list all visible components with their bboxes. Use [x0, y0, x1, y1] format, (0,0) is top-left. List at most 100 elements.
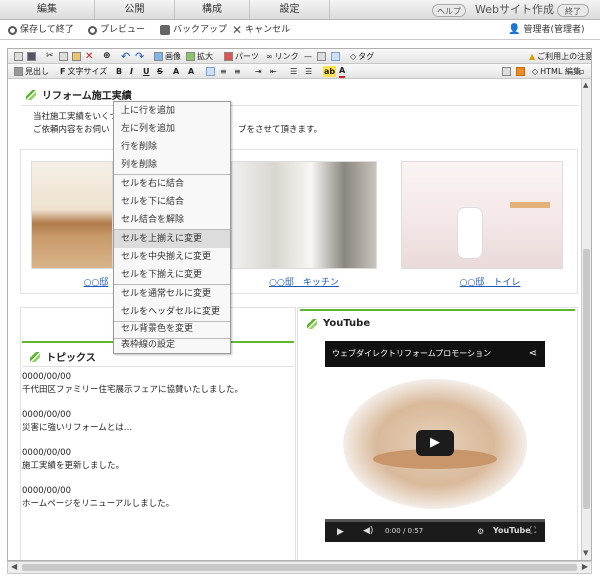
copy-icon[interactable]: [59, 51, 68, 62]
cancel-button[interactable]: ✕ キャンセル: [232, 20, 290, 40]
menu-settings[interactable]: 設定: [250, 0, 330, 20]
backup-button[interactable]: バックアップ: [160, 20, 227, 40]
user-indicator[interactable]: 👤 管理者(管理者): [508, 20, 584, 40]
table-icon[interactable]: [317, 51, 326, 62]
editor-toolbar-1: ✂ ✕ ⊕ ↶ ↷ 画像 拡大 パーツ ∞ リンク — ◇ タグ ▲ ご利用上の注意: [8, 49, 591, 64]
menu-item-delete-row[interactable]: 行を削除: [114, 138, 230, 156]
share-icon[interactable]: ⋖: [529, 341, 537, 367]
image-button[interactable]: 画像: [154, 51, 181, 62]
fullscreen-icon[interactable]: ⛶: [530, 526, 536, 536]
shelf-shape: [510, 202, 550, 208]
topic-text[interactable]: 千代田区ファミリー住宅展示フェアに協賛いたしました。: [22, 384, 243, 397]
scroll-thumb[interactable]: [22, 564, 577, 571]
source-icon[interactable]: [502, 66, 511, 77]
menu-item-align-middle[interactable]: セルを中央揃えに変更: [114, 248, 230, 266]
settings-icon[interactable]: ⚙: [477, 527, 484, 536]
menu-structure[interactable]: 構成: [175, 0, 250, 20]
backup-label: バックアップ: [173, 25, 228, 35]
menu-item-unmerge[interactable]: セル結合を解除: [114, 211, 230, 229]
menu-item-delete-col[interactable]: 列を削除: [114, 156, 230, 174]
bullet-list-icon[interactable]: ☰: [305, 66, 312, 77]
menu-item-header-cell[interactable]: セルをヘッダセルに変更: [114, 303, 230, 321]
redo-icon[interactable]: ↷: [135, 51, 144, 62]
save-icon[interactable]: [27, 51, 36, 62]
volume-icon[interactable]: ◀): [363, 526, 373, 536]
help-button[interactable]: ヘルプ: [432, 4, 466, 17]
menu-item-normal-cell[interactable]: セルを通常セルに変更: [114, 285, 230, 303]
strike-icon[interactable]: S: [157, 66, 163, 77]
exit-button[interactable]: 終了: [557, 4, 589, 17]
delete-icon[interactable]: ✕: [85, 51, 93, 62]
paste-icon[interactable]: [72, 51, 81, 62]
play-button[interactable]: ▶: [416, 430, 454, 456]
leaf-icon: [307, 318, 317, 329]
play-icon[interactable]: ▶: [337, 527, 344, 537]
ordered-list-icon[interactable]: ☰: [290, 66, 297, 77]
align-center-icon[interactable]: ≡: [220, 66, 227, 77]
enlarge-button[interactable]: 拡大: [186, 51, 213, 62]
underline-button[interactable]: U: [143, 66, 150, 77]
intro-line-2-tail: ブをさせて頂きます。: [238, 125, 323, 135]
collapse-icon[interactable]: ▫: [579, 66, 584, 77]
text-color-icon[interactable]: A: [339, 66, 346, 78]
preview-label: プレビュー: [100, 25, 146, 35]
topic-text[interactable]: 施工実績を更新しました。: [22, 460, 124, 473]
parts-button[interactable]: パーツ: [224, 51, 259, 62]
undo-icon[interactable]: ↶: [121, 51, 130, 62]
find-icon[interactable]: ⊕: [103, 51, 111, 62]
hr-icon[interactable]: —: [304, 51, 312, 62]
notice-button[interactable]: ▲ ご利用上の注意: [529, 51, 591, 62]
menu-item-insert-col-left[interactable]: 左に列を追加: [114, 120, 230, 138]
progress-bar[interactable]: [325, 519, 545, 522]
topic-text[interactable]: 災害に強いリフォームとは…: [22, 422, 132, 435]
scroll-left-icon[interactable]: ◀: [11, 562, 17, 571]
youtube-title: YouTube: [323, 318, 371, 329]
indent-icon[interactable]: ⇥: [255, 66, 262, 77]
table-edit-icon[interactable]: [331, 51, 340, 62]
save-exit-button[interactable]: 保存して終了: [8, 20, 74, 40]
link-button[interactable]: ∞ リンク: [266, 51, 299, 62]
menu-item-merge-down[interactable]: セルを下に結合: [114, 193, 230, 211]
link-label: リンク: [274, 52, 299, 61]
bold-button[interactable]: B: [116, 66, 122, 77]
menu-item-insert-row-above[interactable]: 上に行を追加: [114, 102, 230, 120]
topic-text[interactable]: ホームページをリニューアルしました。: [22, 498, 174, 511]
vertical-scrollbar[interactable]: ▲ ▼: [581, 79, 591, 560]
save-circle-icon: [8, 25, 17, 35]
highlight-icon[interactable]: ab: [323, 66, 337, 77]
leaf-icon: [30, 351, 40, 362]
menu-item-table-border[interactable]: 表枠線の設定: [114, 336, 230, 354]
scroll-up-icon[interactable]: ▲: [583, 81, 590, 89]
cut-icon[interactable]: ✂: [46, 51, 54, 62]
align-right-icon[interactable]: ≡: [234, 66, 241, 77]
preview-button[interactable]: プレビュー: [88, 20, 145, 40]
scroll-right-icon[interactable]: ▶: [582, 562, 588, 571]
menu-publish[interactable]: 公開: [95, 0, 175, 20]
tag-button[interactable]: ◇ タグ: [350, 51, 374, 62]
menu-item-align-bottom[interactable]: セルを下揃えに変更: [114, 266, 230, 284]
horizontal-scrollbar[interactable]: ◀ ▶: [7, 561, 592, 574]
topic-date: 0000/00/00: [22, 486, 71, 496]
font-larger-icon[interactable]: A: [188, 66, 194, 77]
menu-edit[interactable]: 編集: [0, 0, 95, 20]
font-size-button[interactable]: F 文字サイズ: [60, 66, 107, 77]
menu-item-align-top[interactable]: セルを上揃えに変更: [114, 230, 230, 248]
rss-icon[interactable]: [516, 66, 525, 77]
font-icon: F: [60, 67, 66, 76]
menu-item-merge-right[interactable]: セルを右に結合: [114, 175, 230, 193]
html-edit-button[interactable]: ◇ HTML 編集: [532, 66, 581, 77]
section-title: リフォーム施工実績: [42, 91, 132, 102]
caption-link-3[interactable]: ○○邸 トイレ: [440, 275, 540, 288]
font-smaller-icon[interactable]: A: [173, 66, 179, 77]
caption-link-1[interactable]: ○○邸: [76, 275, 116, 288]
heading-button[interactable]: 見出し: [14, 66, 49, 77]
new-doc-icon[interactable]: [14, 51, 23, 62]
align-left-icon[interactable]: [206, 66, 215, 77]
caption-link-2[interactable]: ○○邸 キッチン: [254, 275, 354, 288]
italic-button[interactable]: I: [130, 66, 133, 77]
outdent-icon[interactable]: ⇤: [270, 66, 277, 77]
scroll-down-icon[interactable]: ▼: [583, 549, 590, 557]
youtube-logo[interactable]: YouTube: [493, 526, 531, 535]
youtube-player[interactable]: ウェブダイレクトリフォームプロモーション ⋖ ▶ ▶ ◀) 0:00 / 0:5…: [325, 341, 545, 542]
scroll-thumb[interactable]: [583, 249, 590, 509]
